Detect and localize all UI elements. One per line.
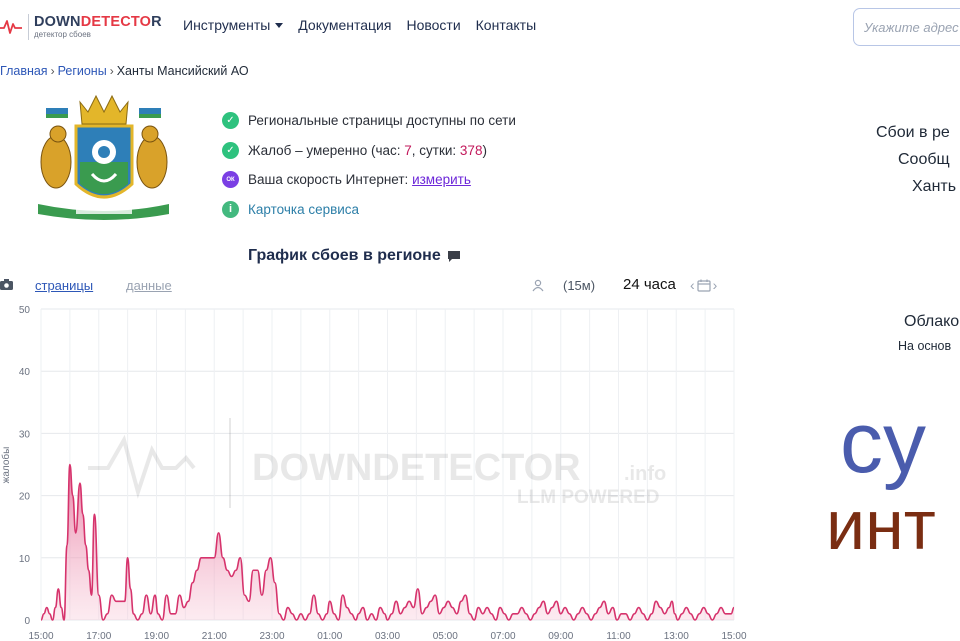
x-tick-label: 15:00 [721, 631, 746, 641]
nav-docs[interactable]: Документация [298, 17, 391, 33]
x-tick-label: 15:00 [28, 631, 53, 641]
nav-contacts[interactable]: Контакты [476, 17, 536, 33]
word-cloud-word[interactable]: инт [826, 490, 936, 560]
day-complaint-count: 378 [459, 142, 483, 158]
x-tick-label: 19:00 [144, 631, 169, 641]
camera-icon[interactable] [0, 279, 13, 290]
chart-toolbar: страницы данные (15м) 24 часа ‹ › [0, 276, 740, 298]
chevron-left-icon[interactable]: ‹ [690, 277, 695, 293]
watermark-brand: DOWNDETECTOR [252, 447, 581, 489]
status-row-complaints: ✓ Жалоб – умеренно (час: 7, сутки: 378) [222, 136, 516, 166]
x-tick-label: 03:00 [375, 631, 400, 641]
breadcrumb-separator: › [109, 64, 114, 78]
pulse-logo-icon [0, 20, 22, 34]
breadcrumb-home[interactable]: Главная [0, 64, 48, 78]
service-card-link[interactable]: Карточка сервиса [248, 202, 359, 217]
hour-complaint-count: 7 [404, 142, 412, 158]
check-circle-icon: ✓ [222, 141, 239, 159]
measure-speed-link[interactable]: измерить [412, 172, 471, 187]
status-row-availability: ✓ Региональные страницы доступны по сети [222, 106, 516, 136]
y-tick-label: 10 [19, 554, 31, 565]
breadcrumb-current: Ханты Мансийский АО [116, 64, 249, 78]
user-icon[interactable] [532, 279, 544, 292]
nav-tools[interactable]: Инструменты [183, 17, 284, 33]
chevron-down-icon [275, 22, 284, 28]
period-selector[interactable]: 24 часа [623, 276, 676, 293]
y-tick-label: 30 [19, 429, 31, 440]
x-tick-label: 21:00 [202, 631, 227, 641]
status-row-service-card: i Карточка сервиса [222, 195, 516, 225]
info-icon: i [222, 200, 239, 218]
outages-heading: Сбои в ре [876, 124, 950, 141]
y-tick-label: 0 [24, 616, 30, 627]
x-tick-label: 13:00 [664, 631, 689, 641]
watermark: DOWNDETECTOR .info LLM POWERED [88, 418, 666, 508]
region-status-list: ✓ Региональные страницы доступны по сети… [222, 106, 516, 224]
breadcrumb-regions[interactable]: Регионы [58, 64, 107, 78]
tab-data[interactable]: данные [126, 278, 172, 293]
date-navigation: ‹ › [690, 277, 717, 293]
x-tick-label: 17:00 [86, 631, 111, 641]
x-tick-label: 07:00 [490, 631, 515, 641]
comment-icon[interactable] [447, 250, 461, 263]
logo-subtitle: детектор сбоев [34, 30, 91, 40]
reports-heading: Сообщ [898, 151, 950, 168]
x-tick-label: 11:00 [606, 631, 631, 641]
chart-title: График сбоев в регионе [248, 247, 461, 265]
breadcrumb: Главная › Регионы › Ханты Мансийский АО [0, 64, 249, 78]
calendar-icon[interactable] [697, 279, 711, 292]
watermark-tagline: LLM POWERED [517, 487, 660, 508]
y-axis-label: жалобы [0, 447, 12, 484]
x-tick-label: 09:00 [548, 631, 573, 641]
logo[interactable]: DOWNDETECTOR детектор сбоев [0, 12, 162, 42]
logo-wordmark: DOWNDETECTOR [34, 13, 162, 30]
x-tick-label: 01:00 [317, 631, 342, 641]
word-cloud-title: Облако [904, 313, 960, 330]
x-tick-label: 05:00 [433, 631, 458, 641]
main-nav: Инструменты Документация Новости Контакт… [183, 17, 536, 33]
y-tick-label: 40 [19, 367, 31, 378]
speed-ok-icon: ОК [222, 171, 239, 189]
check-circle-icon: ✓ [222, 112, 239, 130]
tab-pages[interactable]: страницы [35, 278, 93, 293]
y-tick-label: 50 [19, 305, 31, 316]
interval-selector[interactable]: (15м) [563, 278, 595, 293]
coat-of-arms-image [38, 94, 169, 220]
watermark-domain: .info [624, 463, 666, 485]
y-tick-label: 20 [19, 492, 31, 503]
search-input[interactable] [853, 8, 960, 46]
region-heading: Ханть [912, 178, 957, 195]
x-tick-label: 23:00 [259, 631, 284, 641]
status-row-speed: ОК Ваша скорость Интернет: измерить [222, 165, 516, 195]
nav-news[interactable]: Новости [406, 17, 460, 33]
logo-divider [28, 14, 29, 40]
outage-chart[interactable]: DOWNDETECTOR .info LLM POWERED 0 10 20 30 40… [0, 300, 760, 641]
word-cloud-subtitle: На основ [898, 339, 952, 353]
chevron-right-icon[interactable]: › [713, 277, 718, 293]
site-header: DOWNDETECTOR детектор сбоев Инструменты … [0, 0, 960, 56]
breadcrumb-separator: › [50, 64, 55, 78]
word-cloud-word[interactable]: су [840, 400, 926, 486]
